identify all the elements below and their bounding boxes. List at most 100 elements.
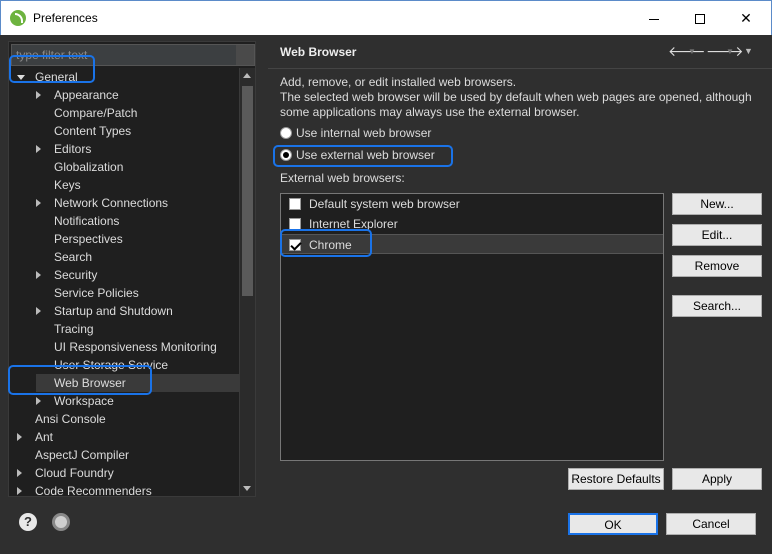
back-dropdown-icon[interactable]: ▼ [688,47,696,63]
tree-item-web-browser[interactable]: Web Browser [36,374,239,392]
tree-item-label: Web Browser [54,376,126,390]
filter-clear-button[interactable] [236,45,254,65]
tree-item-label: Cloud Foundry [35,466,114,480]
radio-circle-selected[interactable] [280,149,292,161]
checkbox-checked[interactable] [289,239,301,251]
tree-item-security[interactable]: Security [36,266,239,284]
tree-item-keys[interactable]: Keys [36,176,239,194]
tree-item-label: Tracing [54,322,94,336]
scroll-thumb[interactable] [242,86,253,296]
maximize-button[interactable] [677,1,723,35]
page-description: Add, remove, or edit installed web brows… [280,75,768,120]
external-browsers-label: External web browsers: [280,171,405,185]
tree-item-editors[interactable]: Editors [36,140,239,158]
tree-item-perspectives[interactable]: Perspectives [36,230,239,248]
window-title: Preferences [33,11,98,25]
radio-internal-label: Use internal web browser [296,126,432,140]
edit-browser-button[interactable]: Edit... [672,224,762,246]
help-icon[interactable]: ? [19,513,37,531]
tree-item-label: Globalization [54,160,124,174]
collapsed-arrow-icon[interactable] [36,91,41,99]
forward-arrow-icon[interactable]: 🡒 [706,43,744,59]
collapsed-arrow-icon[interactable] [36,199,41,207]
close-button[interactable]: ✕ [723,1,769,35]
tree-item-label: Notifications [54,214,120,228]
apply-button[interactable]: Apply [672,468,762,490]
search-browsers-button[interactable]: Search... [672,295,762,317]
tree-item-label: Code Recommenders [35,484,152,496]
close-icon: ✕ [740,10,752,26]
expanded-arrow-icon[interactable] [17,75,25,80]
tree-item-ant[interactable]: Ant [17,428,239,446]
collapsed-arrow-icon[interactable] [17,487,22,495]
tree-item-label: Ansi Console [35,412,106,426]
browser-name: Internet Explorer [309,217,398,231]
browser-row[interactable]: Chrome [281,234,663,254]
tree-item-label: Startup and Shutdown [54,304,173,318]
browser-row[interactable]: Default system web browser [281,194,663,214]
minimize-icon [649,18,659,20]
scroll-down-icon[interactable] [240,480,255,496]
collapsed-arrow-icon[interactable] [36,271,41,279]
description-line: Add, remove, or edit installed web brows… [280,75,517,89]
ok-button[interactable]: OK [568,513,658,535]
tree-item-label: Service Policies [54,286,139,300]
tree-item-code-recommenders[interactable]: Code Recommenders [17,482,239,496]
tree-item-content-types[interactable]: Content Types [36,122,239,140]
tree-item-label: Keys [54,178,81,192]
tree-item-aspectj-compiler[interactable]: AspectJ Compiler [17,446,239,464]
new-browser-button[interactable]: New... [672,193,762,215]
external-browsers-list: Default system web browser Internet Explo… [280,193,664,461]
collapsed-arrow-icon[interactable] [17,469,22,477]
tree-item-label: General [35,70,78,84]
radio-circle[interactable] [280,127,292,139]
tree-item-workspace[interactable]: Workspace [36,392,239,410]
page-header: Web Browser 🡐 ▼ 🡒 ▼ ▼ [268,35,772,69]
filter-input[interactable] [12,45,236,65]
tree-item-label: Security [54,268,98,282]
import-export-icon[interactable] [52,513,70,531]
tree-scrollbar[interactable] [239,68,255,496]
description-line: some applications may always use the ext… [280,105,580,119]
tree-item-notifications[interactable]: Notifications [36,212,239,230]
tree-item-search[interactable]: Search [36,248,239,266]
tree-item-tracing[interactable]: Tracing [36,320,239,338]
scroll-up-icon[interactable] [240,68,255,84]
restore-defaults-button[interactable]: Restore Defaults [568,468,664,490]
tree-item-general[interactable]: General [17,68,239,86]
forward-dropdown-icon[interactable]: ▼ [726,47,734,63]
minimize-button[interactable] [631,1,677,35]
tree-item-label: Content Types [54,124,132,138]
collapsed-arrow-icon[interactable] [36,145,41,153]
remove-browser-button[interactable]: Remove [672,255,762,277]
tree-item-appearance[interactable]: Appearance [36,86,239,104]
tree-item-ui-responsiveness-monitoring[interactable]: UI Responsiveness Monitoring [36,338,239,356]
back-arrow-icon[interactable]: 🡐 [668,43,706,59]
browser-row[interactable]: Internet Explorer [281,214,663,234]
page-title: Web Browser [280,45,357,59]
tree-item-label: Appearance [54,88,119,102]
preferences-tree: General Appearance Compare/Patch Content Ty… [9,68,241,496]
tree-item-user-storage-service[interactable]: User Storage Service [36,356,239,374]
tree-item-startup-and-shutdown[interactable]: Startup and Shutdown [36,302,239,320]
tree-item-ansi-console[interactable]: Ansi Console [17,410,239,428]
view-menu-icon[interactable]: ▼ [744,46,753,62]
tree-item-compare-patch[interactable]: Compare/Patch [36,104,239,122]
tree-item-cloud-foundry[interactable]: Cloud Foundry [17,464,239,482]
tree-item-service-policies[interactable]: Service Policies [36,284,239,302]
cancel-button[interactable]: Cancel [666,513,756,535]
tree-item-label: Ant [35,430,54,444]
tree-item-globalization[interactable]: Globalization [36,158,239,176]
checkbox[interactable] [289,218,301,230]
tree-item-label: Workspace [54,394,114,408]
collapsed-arrow-icon[interactable] [17,433,22,441]
tree-item-network-connections[interactable]: Network Connections [36,194,239,212]
tree-item-label: User Storage Service [54,358,169,372]
filter-box [11,44,255,66]
collapsed-arrow-icon[interactable] [36,397,41,405]
checkbox[interactable] [289,198,301,210]
tree-item-label: Compare/Patch [54,106,138,120]
description-line: The selected web browser will be used by… [280,90,752,104]
preferences-dialog: General Appearance Compare/Patch Content Ty… [0,35,772,554]
collapsed-arrow-icon[interactable] [36,307,41,315]
